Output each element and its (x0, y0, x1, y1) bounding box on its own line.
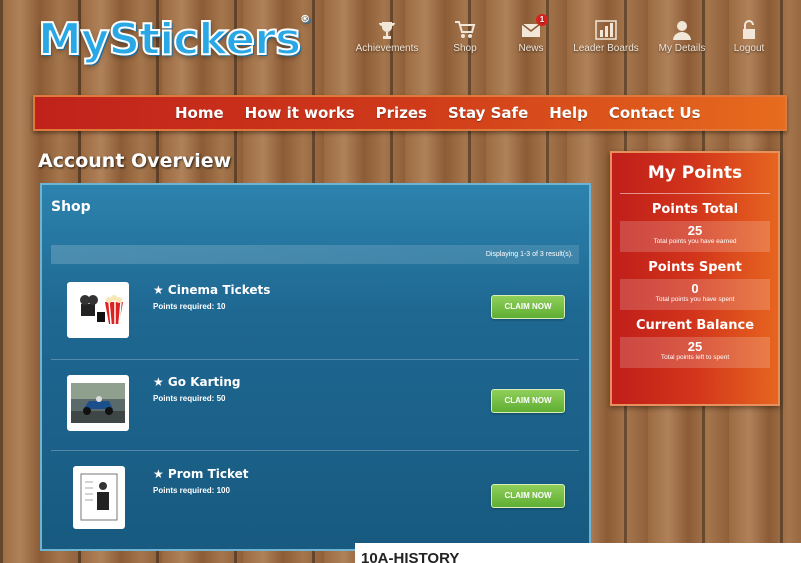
topnav-my-details[interactable]: My Details (647, 20, 717, 54)
item-divider (51, 450, 579, 451)
user-icon (671, 20, 693, 40)
padlock-icon (738, 20, 760, 40)
item-points: Points required: 50 (153, 394, 226, 403)
claim-now-button[interactable]: CLAIM NOW (491, 389, 565, 413)
nav-how-it-works[interactable]: How it works (245, 104, 355, 122)
shop-panel: Shop Displaying 1-3 of 3 result(s). ★ Ci… (40, 183, 591, 551)
my-points-panel: My Points Points Total 25 Total points y… (610, 151, 780, 406)
mail-icon: 1 (520, 14, 548, 40)
shop-item: ★ Cinema Tickets Points required: 10 CLA… (51, 271, 579, 363)
topnav-label: Logout (733, 43, 765, 54)
current-balance-value: 25 (687, 339, 703, 354)
topnav-achievements[interactable]: Achievements (352, 20, 422, 54)
results-count: Displaying 1-3 of 3 result(s). (51, 245, 579, 264)
points-spent-label: Points Spent (648, 260, 742, 275)
news-badge: 1 (536, 14, 548, 26)
shop-title: Shop (51, 199, 91, 215)
shop-item: ★ Go Karting Points required: 50 CLAIM N… (51, 363, 579, 455)
prom-ticket-image (73, 466, 125, 529)
nav-contact-us[interactable]: Contact Us (609, 104, 701, 122)
topnav-label: News (518, 43, 544, 54)
main-nav-bar: Home How it works Prizes Stay Safe Help … (33, 95, 787, 131)
topnav-label: Achievements (355, 43, 419, 54)
registered-mark: ® (300, 14, 310, 25)
topnav-leader-boards[interactable]: Leader Boards (571, 20, 641, 54)
claim-now-button[interactable]: CLAIM NOW (491, 295, 565, 319)
points-spent-value: 0 (691, 281, 699, 296)
claim-now-button[interactable]: CLAIM NOW (491, 484, 565, 508)
top-icon-nav: Achievements Shop 1 News Leader Boards M… (352, 14, 784, 64)
item-name[interactable]: ★ Cinema Tickets (153, 283, 270, 297)
points-divider (620, 193, 770, 194)
topnav-logout[interactable]: Logout (714, 20, 784, 54)
cinema-tickets-image (67, 282, 129, 338)
shop-item: ★ Prom Ticket Points required: 100 CLAIM… (51, 455, 579, 547)
go-karting-image (67, 375, 129, 431)
topnav-label: Leader Boards (573, 43, 639, 54)
cart-icon (454, 20, 476, 40)
current-balance-box: 25 Total points left to spent (620, 337, 770, 368)
bar-chart-icon (595, 20, 617, 40)
trophy-icon (376, 20, 398, 40)
topnav-label: Shop (453, 43, 477, 54)
item-name[interactable]: ★ Go Karting (153, 375, 241, 389)
item-points: Points required: 10 (153, 302, 226, 311)
nav-stay-safe[interactable]: Stay Safe (448, 104, 528, 122)
topnav-shop[interactable]: Shop (430, 20, 500, 54)
my-points-title: My Points (647, 163, 743, 183)
current-balance-caption: Total points left to spent (660, 354, 730, 361)
nav-prizes[interactable]: Prizes (376, 104, 427, 122)
page-title: Account Overview (38, 150, 232, 172)
bottom-label: 10A-HISTORY (361, 550, 460, 563)
topnav-label: My Details (658, 43, 706, 54)
logo-text: MyStickers (37, 13, 302, 66)
points-spent-caption: Total points you have spent (655, 296, 735, 303)
points-total-box: 25 Total points you have earned (620, 221, 770, 252)
mystickers-logo[interactable]: MyStickers® (37, 13, 310, 66)
item-divider (51, 359, 579, 360)
nav-help[interactable]: Help (549, 104, 588, 122)
nav-home[interactable]: Home (175, 104, 224, 122)
bottom-label-box: 10A-HISTORY (355, 543, 801, 563)
points-total-label: Points Total (651, 202, 739, 217)
points-total-value: 25 (687, 223, 703, 238)
item-points: Points required: 100 (153, 486, 230, 495)
current-balance-label: Current Balance (635, 318, 755, 333)
points-spent-box: 0 Total points you have spent (620, 279, 770, 310)
points-total-caption: Total points you have earned (653, 238, 737, 245)
topnav-news[interactable]: 1 News (496, 14, 566, 54)
item-name[interactable]: ★ Prom Ticket (153, 467, 249, 481)
